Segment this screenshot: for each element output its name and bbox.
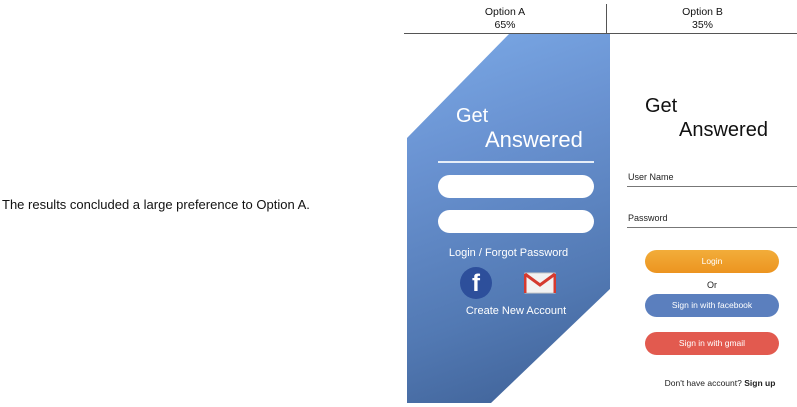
signup-prompt-text: Don't have account? bbox=[664, 378, 742, 388]
title-divider bbox=[438, 161, 594, 163]
option-b-title-line1: Get bbox=[645, 95, 678, 117]
option-a-password-input[interactable] bbox=[438, 210, 594, 233]
option-a-title-line2: Answered bbox=[485, 127, 583, 152]
option-a-title-line1: Get bbox=[456, 105, 489, 127]
option-a-name: Option A bbox=[484, 6, 526, 18]
gmail-signin-button[interactable]: Sign in with gmail bbox=[645, 332, 779, 355]
option-a-percent: 65% bbox=[494, 19, 516, 31]
login-button[interactable]: Login bbox=[645, 250, 779, 273]
signup-prompt: Don't have account? Sign up bbox=[645, 378, 795, 388]
conclusion-text: The results concluded a large preference… bbox=[2, 197, 310, 212]
option-b-title-line2: Answered bbox=[679, 119, 768, 141]
option-b-percent: 35% bbox=[691, 19, 713, 31]
username-label: User Name bbox=[628, 172, 674, 182]
username-field[interactable] bbox=[627, 186, 797, 187]
column-divider bbox=[606, 4, 607, 33]
gmail-icon[interactable] bbox=[524, 272, 556, 294]
create-account-link[interactable]: Create New Account bbox=[407, 305, 610, 317]
signup-link[interactable]: Sign up bbox=[744, 378, 775, 388]
column-header-option-a: Option A 65% bbox=[405, 6, 605, 32]
password-label: Password bbox=[628, 213, 668, 223]
option-a-username-input[interactable] bbox=[438, 175, 594, 198]
password-field[interactable] bbox=[627, 227, 797, 228]
facebook-icon[interactable]: f bbox=[460, 267, 492, 299]
login-forgot-password-link[interactable]: Login / Forgot Password bbox=[407, 247, 610, 259]
or-separator: Or bbox=[707, 280, 717, 290]
facebook-signin-button[interactable]: Sign in with facebook bbox=[645, 294, 779, 317]
column-header-option-b: Option B 35% bbox=[608, 6, 797, 32]
option-a-mockup: Get Answered Login / Forgot Password f C… bbox=[407, 34, 610, 403]
option-b-name: Option B bbox=[682, 6, 723, 18]
